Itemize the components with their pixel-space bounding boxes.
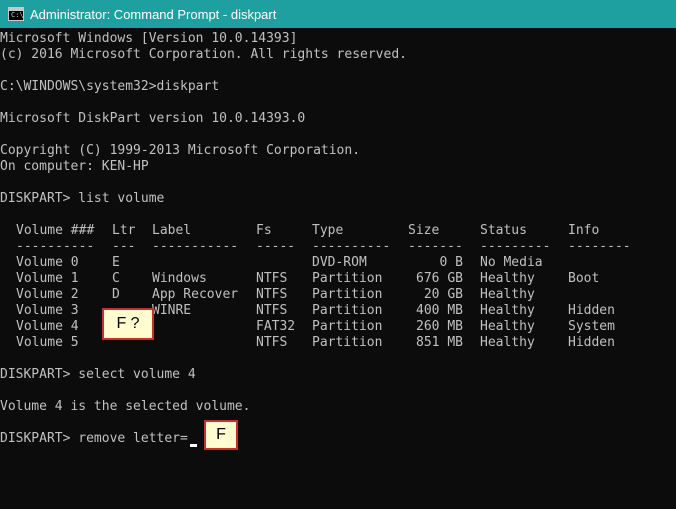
table-row: Volume 1 C Windows NTFS Partition 676 GB Healt… bbox=[0, 271, 676, 287]
table-cell: Hidden bbox=[568, 335, 615, 350]
annotation-callout-letter-question: F ? bbox=[102, 308, 154, 340]
table-cell: NTFS bbox=[256, 303, 288, 318]
table-cell: 260 MB bbox=[416, 319, 463, 334]
table-cell: ---------- bbox=[312, 239, 391, 254]
table-cell: Volume 5 bbox=[16, 335, 79, 350]
console-line: Microsoft DiskPart version 10.0.14393.0 bbox=[0, 111, 306, 126]
table-cell: Partition bbox=[312, 287, 383, 302]
table-cell: ----------- bbox=[152, 239, 239, 254]
table-cell: Volume 2 bbox=[16, 287, 79, 302]
table-cell: 676 GB bbox=[416, 271, 463, 286]
table-cell: Volume 0 bbox=[16, 255, 79, 270]
table-row: Volume 2 D App Recover NTFS Partition 20 GB He… bbox=[0, 287, 676, 303]
command-prompt-window: C:\ Administrator: Command Prompt - disk… bbox=[0, 0, 676, 509]
table-cell: Partition bbox=[312, 319, 383, 334]
table-cell: Volume 4 bbox=[16, 319, 79, 334]
table-cell: WINRE bbox=[152, 303, 192, 318]
table-separator-row: ---------- --- ----------- ----- ---------- -… bbox=[0, 239, 676, 255]
table-cell: Healthy bbox=[480, 287, 535, 302]
table-cell: System bbox=[568, 319, 615, 334]
title-bar[interactable]: C:\ Administrator: Command Prompt - disk… bbox=[0, 0, 676, 28]
cmd-icon[interactable]: C:\ bbox=[8, 7, 24, 21]
table-cell: Partition bbox=[312, 335, 383, 350]
table-cell: Hidden bbox=[568, 303, 615, 318]
annotation-callout-letter-input: F bbox=[204, 420, 238, 450]
command-input-line: DISKPART> remove letter= bbox=[0, 431, 188, 446]
text-cursor bbox=[190, 444, 197, 447]
table-cell: Ltr bbox=[112, 223, 136, 238]
table-cell: NTFS bbox=[256, 335, 288, 350]
table-cell: 0 B bbox=[439, 255, 463, 270]
table-cell: 20 GB bbox=[423, 287, 463, 302]
table-row: Volume 0 E DVD-ROM 0 B No Media bbox=[0, 255, 676, 271]
console-line: DISKPART> select volume 4 bbox=[0, 367, 196, 382]
table-cell: Healthy bbox=[480, 303, 535, 318]
table-cell: FAT32 bbox=[256, 319, 296, 334]
table-cell: Healthy bbox=[480, 335, 535, 350]
table-cell: E bbox=[112, 255, 120, 270]
window-title: Administrator: Command Prompt - diskpart bbox=[30, 6, 277, 22]
cmd-icon-prompt: C:\ bbox=[11, 11, 24, 19]
table-cell: Partition bbox=[312, 271, 383, 286]
table-cell: Volume 1 bbox=[16, 271, 79, 286]
table-cell: ------- bbox=[408, 239, 463, 254]
table-cell: Label bbox=[152, 223, 192, 238]
table-cell: ----- bbox=[256, 239, 296, 254]
table-cell: --- bbox=[112, 239, 136, 254]
table-cell: Info bbox=[568, 223, 600, 238]
table-cell: ---------- bbox=[16, 239, 95, 254]
table-cell: NTFS bbox=[256, 271, 288, 286]
console-line: (c) 2016 Microsoft Corporation. All righ… bbox=[0, 47, 407, 62]
table-cell: Status bbox=[480, 223, 527, 238]
table-cell: Fs bbox=[256, 223, 272, 238]
table-header-row: Volume ### Ltr Label Fs Type Size Status Info bbox=[0, 223, 676, 239]
table-cell: Type bbox=[312, 223, 344, 238]
table-cell: Partition bbox=[312, 303, 383, 318]
table-cell: No Media bbox=[480, 255, 543, 270]
table-cell: App Recover bbox=[152, 287, 239, 302]
table-cell: Boot bbox=[568, 271, 600, 286]
table-cell: Healthy bbox=[480, 271, 535, 286]
console-line: C:\WINDOWS\system32>diskpart bbox=[0, 79, 220, 94]
table-cell: --------- bbox=[480, 239, 551, 254]
console-output[interactable]: Microsoft Windows [Version 10.0.14393] (c… bbox=[0, 28, 676, 509]
console-line: Copyright (C) 1999-2013 Microsoft Corpor… bbox=[0, 143, 361, 158]
table-cell: D bbox=[112, 287, 120, 302]
console-line: DISKPART> list volume bbox=[0, 191, 165, 206]
table-cell: Healthy bbox=[480, 319, 535, 334]
table-cell: Volume ### bbox=[16, 223, 95, 238]
console-line: Volume 4 is the selected volume. bbox=[0, 399, 251, 414]
table-cell: 851 MB bbox=[416, 335, 463, 350]
console-line: Microsoft Windows [Version 10.0.14393] bbox=[0, 31, 298, 46]
table-cell: NTFS bbox=[256, 287, 288, 302]
table-cell: Volume 3 bbox=[16, 303, 79, 318]
table-cell: 400 MB bbox=[416, 303, 463, 318]
table-cell: C bbox=[112, 271, 120, 286]
table-cell: Size bbox=[408, 223, 440, 238]
table-cell: -------- bbox=[568, 239, 631, 254]
table-cell: Windows bbox=[152, 271, 207, 286]
table-cell: DVD-ROM bbox=[312, 255, 367, 270]
console-line: On computer: KEN-HP bbox=[0, 159, 149, 174]
